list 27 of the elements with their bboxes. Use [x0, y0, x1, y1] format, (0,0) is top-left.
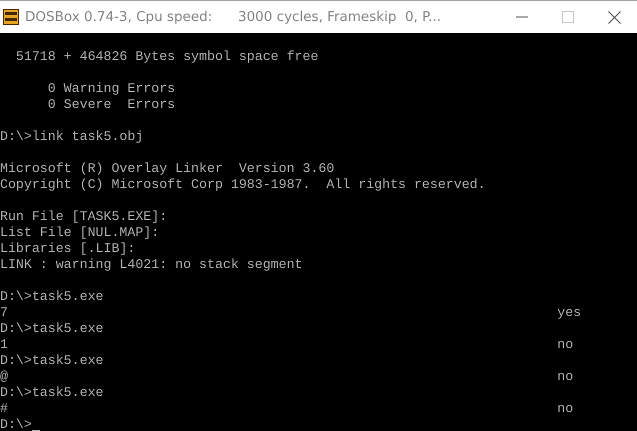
app-logo-icon — [3, 9, 19, 25]
window-title: DOSBox 0.74-3, Cpu speed: 3000 cycles, Frameskip 0, P... — [25, 9, 442, 25]
result-text: no — [557, 401, 574, 417]
typed-character-text: @ — [0, 369, 8, 385]
maximize-icon — [562, 11, 574, 23]
console-line: D:\>task5.exe — [0, 321, 104, 337]
console-line: D:\>task5.exe — [0, 385, 104, 401]
console-line: 0 Warning Errors — [46, 81, 176, 97]
console-line: LINK : warning L4021: no stack segment — [0, 257, 303, 273]
close-icon — [608, 10, 620, 24]
console-line: 0 Severe Errors — [46, 97, 176, 113]
console-line: Libraries [.LIB]: — [0, 241, 136, 257]
console-line: Run File [TASK5.EXE]: — [0, 209, 168, 225]
console-line: Copyright (C) Microsoft Corp 1983-1987. All rights reserved. — [0, 177, 486, 193]
typed-character-text: 7 — [0, 305, 8, 321]
console-line: D:\>task5.exe — [0, 353, 104, 369]
console-line: Microsoft (R) Overlay Linker Version 3.60 — [0, 161, 334, 177]
result-text: no — [557, 337, 574, 353]
console-line: D:\>task5.exe — [0, 289, 104, 305]
typed-character-text: 1 — [0, 337, 8, 353]
result-text: yes — [557, 305, 582, 321]
console-line: D:\>link task5.obj — [0, 129, 144, 145]
result-text: no — [557, 369, 574, 385]
command-prompt: D:\> — [0, 417, 32, 431]
console-line: 51718 + 464826 Bytes symbol space free — [14, 49, 318, 65]
console-line: List File [NUL.MAP]: — [0, 225, 160, 241]
typed-character-text: # — [0, 401, 8, 417]
